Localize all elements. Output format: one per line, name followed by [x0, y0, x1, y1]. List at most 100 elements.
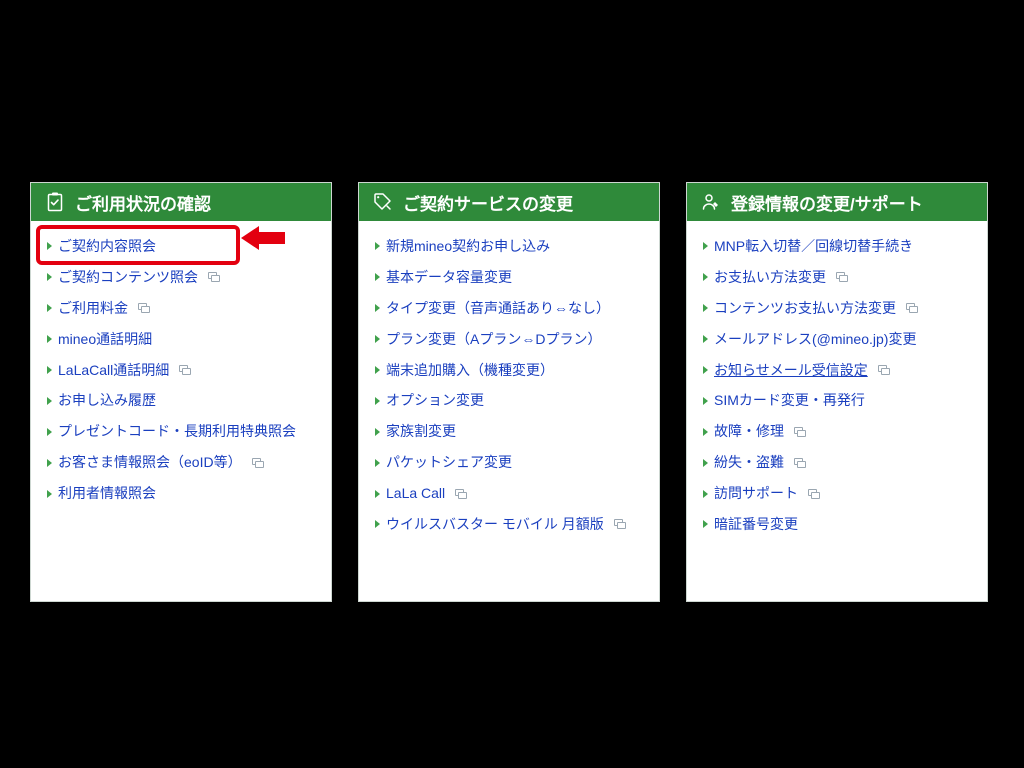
external-link-icon	[906, 303, 918, 313]
external-link-icon	[179, 365, 191, 375]
link[interactable]: ウイルスバスター モバイル 月額版	[386, 515, 604, 534]
chevron-right-icon	[47, 273, 52, 281]
list-item[interactable]: 端末追加購入（機種変更）	[373, 355, 645, 386]
list-item[interactable]: 家族割変更	[373, 416, 645, 447]
external-link-icon	[208, 272, 220, 282]
list-item[interactable]: お支払い方法変更	[701, 262, 973, 293]
chevron-right-icon	[375, 428, 380, 436]
list-item[interactable]: SIMカード変更・再発行	[701, 385, 973, 416]
link[interactable]: ご契約コンテンツ照会	[58, 268, 198, 287]
list-item[interactable]: お客さま情報照会（eoID等）	[45, 447, 317, 478]
chevron-right-icon	[47, 428, 52, 436]
list-item[interactable]: MNP転入切替／回線切替手続き	[701, 231, 973, 262]
link[interactable]: 紛失・盗難	[714, 453, 784, 472]
chevron-right-icon	[375, 242, 380, 250]
chevron-right-icon	[375, 304, 380, 312]
link[interactable]: パケットシェア変更	[386, 453, 512, 472]
link[interactable]: 基本データ容量変更	[386, 268, 512, 287]
link[interactable]: 端末追加購入（機種変更）	[386, 361, 554, 380]
list-item[interactable]: お申し込み履歴	[45, 385, 317, 416]
panel-service-title: ご契約サービスの変更	[403, 190, 573, 215]
list-item[interactable]: ウイルスバスター モバイル 月額版	[373, 509, 645, 540]
chevron-right-icon	[375, 520, 380, 528]
chevron-right-icon	[703, 397, 708, 405]
link[interactable]: ご利用料金	[58, 299, 128, 318]
list-item[interactable]: 新規mineo契約お申し込み	[373, 231, 645, 262]
chevron-right-icon	[47, 304, 52, 312]
panel-account-list: MNP転入切替／回線切替手続き お支払い方法変更 コンテンツお支払い方法変更 メ…	[687, 221, 987, 554]
panel-account: 登録情報の変更/サポート MNP転入切替／回線切替手続き お支払い方法変更 コン…	[686, 182, 988, 602]
list-item[interactable]: コンテンツお支払い方法変更	[701, 293, 973, 324]
panel-usage-header: ご利用状況の確認	[31, 183, 331, 221]
external-link-icon	[614, 519, 626, 529]
link[interactable]: 訪問サポート	[714, 484, 798, 503]
link[interactable]: タイプ変更（音声通話あり⇔なし）	[386, 299, 610, 318]
chevron-right-icon	[703, 428, 708, 436]
panel-service-list: 新規mineo契約お申し込み 基本データ容量変更 タイプ変更（音声通話あり⇔なし…	[359, 221, 659, 554]
link[interactable]: 新規mineo契約お申し込み	[386, 237, 550, 256]
link[interactable]: オプション変更	[386, 391, 484, 410]
chevron-right-icon	[47, 335, 52, 343]
list-item[interactable]: パケットシェア変更	[373, 447, 645, 478]
panel-service: ご契約サービスの変更 新規mineo契約お申し込み 基本データ容量変更 タイプ変…	[358, 182, 660, 602]
external-link-icon	[794, 458, 806, 468]
list-item[interactable]: ご利用料金	[45, 293, 317, 324]
list-item[interactable]: 利用者情報照会	[45, 478, 317, 509]
list-item[interactable]: 故障・修理	[701, 416, 973, 447]
link[interactable]: ご契約内容照会	[58, 237, 156, 256]
list-item[interactable]: メールアドレス(@mineo.jp)変更	[701, 324, 973, 355]
panel-account-title: 登録情報の変更/サポート	[731, 190, 923, 215]
panels-container: ご利用状況の確認 ご契約内容照会 ご契約コンテンツ照会 ご利用料金 mineo通…	[30, 182, 988, 602]
link[interactable]: mineo通話明細	[58, 330, 152, 349]
link[interactable]: 家族割変更	[386, 422, 456, 441]
link[interactable]: 利用者情報照会	[58, 484, 156, 503]
list-item[interactable]: LaLaCall通話明細	[45, 355, 317, 386]
external-link-icon	[794, 427, 806, 437]
link[interactable]: 故障・修理	[714, 422, 784, 441]
link[interactable]: プレゼントコード・長期利用特典照会	[58, 422, 296, 441]
list-item[interactable]: オプション変更	[373, 385, 645, 416]
list-item[interactable]: プレゼントコード・長期利用特典照会	[45, 416, 317, 447]
list-item[interactable]: 暗証番号変更	[701, 509, 973, 540]
list-item[interactable]: mineo通話明細	[45, 324, 317, 355]
link[interactable]: SIMカード変更・再発行	[714, 391, 865, 410]
list-item[interactable]: タイプ変更（音声通話あり⇔なし）	[373, 293, 645, 324]
link[interactable]: コンテンツお支払い方法変更	[714, 299, 896, 318]
panel-service-header: ご契約サービスの変更	[359, 183, 659, 221]
link[interactable]: お客さま情報照会（eoID等）	[58, 453, 242, 472]
external-link-icon	[252, 458, 264, 468]
chevron-right-icon	[375, 366, 380, 374]
list-item[interactable]: 訪問サポート	[701, 478, 973, 509]
link[interactable]: 暗証番号変更	[714, 515, 798, 534]
external-link-icon	[808, 489, 820, 499]
chevron-right-icon	[375, 273, 380, 281]
list-item[interactable]: お知らせメール受信設定	[701, 355, 973, 386]
link[interactable]: メールアドレス(@mineo.jp)変更	[714, 330, 916, 349]
link[interactable]: MNP転入切替／回線切替手続き	[714, 237, 913, 256]
external-link-icon	[878, 365, 890, 375]
chevron-right-icon	[703, 304, 708, 312]
link[interactable]: LaLaCall通話明細	[58, 361, 169, 380]
chevron-right-icon	[703, 459, 708, 467]
list-item[interactable]: 紛失・盗難	[701, 447, 973, 478]
chevron-right-icon	[703, 366, 708, 374]
link[interactable]: プラン変更（Aプラン⇔Dプラン）	[386, 330, 601, 349]
chevron-right-icon	[375, 335, 380, 343]
chevron-right-icon	[47, 397, 52, 405]
list-item[interactable]: 基本データ容量変更	[373, 262, 645, 293]
chevron-right-icon	[47, 490, 52, 498]
link[interactable]: お申し込み履歴	[58, 391, 156, 410]
chevron-right-icon	[703, 242, 708, 250]
link[interactable]: お支払い方法変更	[714, 268, 826, 287]
chevron-right-icon	[375, 490, 380, 498]
link[interactable]: お知らせメール受信設定	[714, 361, 868, 380]
list-item[interactable]: LaLa Call	[373, 478, 645, 509]
chevron-right-icon	[375, 459, 380, 467]
tag-writing-icon	[371, 192, 395, 212]
list-item[interactable]: プラン変更（Aプラン⇔Dプラン）	[373, 324, 645, 355]
list-item[interactable]: ご契約コンテンツ照会	[45, 262, 317, 293]
link[interactable]: LaLa Call	[386, 484, 445, 503]
list-item[interactable]: ご契約内容照会	[45, 231, 317, 262]
panel-usage-list: ご契約内容照会 ご契約コンテンツ照会 ご利用料金 mineo通話明細 LaLaC…	[31, 221, 331, 523]
panel-usage-title: ご利用状況の確認	[75, 190, 211, 215]
